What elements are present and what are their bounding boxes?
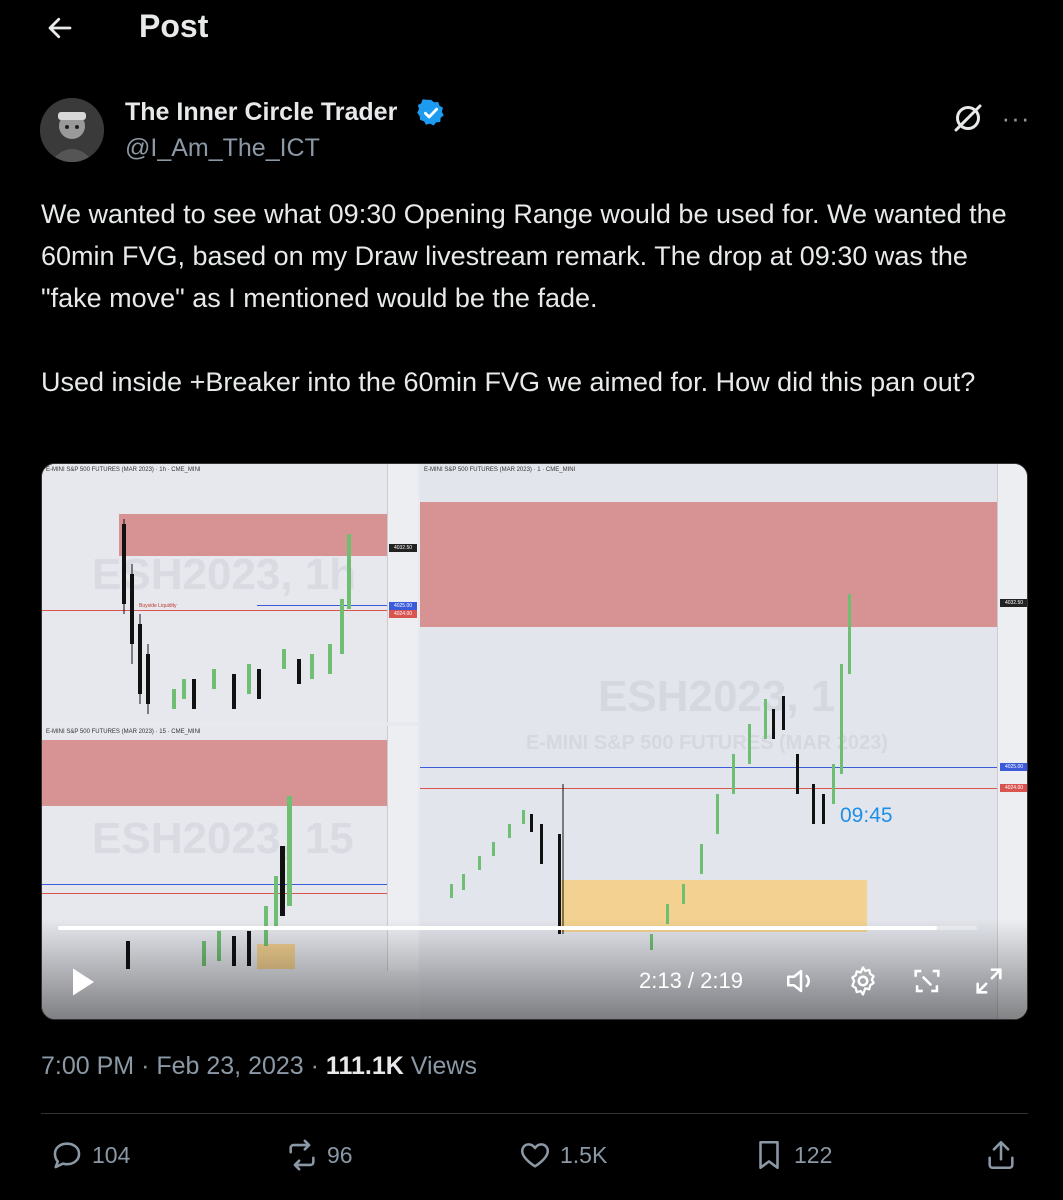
post-author: The Inner Circle Trader @I_Am_The_ICT ··… [40, 96, 1030, 166]
like-count: 1.5K [560, 1141, 608, 1168]
price-tag: 4024.00 [1000, 784, 1027, 792]
settings-gear-icon[interactable] [846, 964, 880, 998]
video-player[interactable]: E-MINI S&P 500 FUTURES (MAR 2023) · 1h ·… [41, 463, 1028, 1020]
price-tag: 4032.50 [1000, 599, 1027, 607]
verified-badge-icon [416, 98, 446, 128]
reply-icon [53, 1142, 81, 1169]
price-axis [387, 464, 418, 722]
bookmark-count: 122 [794, 1141, 833, 1168]
post-date[interactable]: Feb 23, 2023 [156, 1052, 303, 1080]
volume-icon[interactable] [784, 964, 818, 998]
picture-in-picture-icon[interactable] [910, 964, 944, 998]
views-label: Views [410, 1052, 477, 1080]
price-tag: 4025.00 [389, 602, 417, 610]
meta-separator: · [310, 1052, 319, 1080]
share-button[interactable] [984, 1130, 1018, 1180]
share-icon [988, 1140, 1014, 1170]
meta-separator: · [141, 1052, 150, 1080]
post-meta: 7:00 PM · Feb 23, 2023 · 111.1K Views [41, 1052, 477, 1081]
bookmark-button[interactable]: 122 [752, 1130, 832, 1180]
post-paragraph: Used inside +Breaker into the 60min FVG … [41, 367, 976, 397]
price-tag: 4024.00 [389, 610, 417, 618]
play-icon[interactable] [64, 964, 100, 1000]
post-paragraph: We wanted to see what 09:30 Opening Rang… [41, 199, 1007, 313]
top-bar: Post [0, 0, 1063, 60]
post-actions: 104 96 1.5K 122 [0, 1130, 1063, 1180]
price-tag: 4025.00 [1000, 763, 1027, 771]
avatar[interactable] [40, 98, 104, 162]
back-arrow-icon[interactable] [40, 8, 80, 48]
price-tag: 4032.50 [389, 544, 417, 552]
chart-1h-pane: E-MINI S&P 500 FUTURES (MAR 2023) · 1h ·… [42, 464, 418, 722]
page-title: Post [139, 8, 209, 44]
fullscreen-icon[interactable] [972, 964, 1006, 998]
video-progress-fill [58, 926, 938, 930]
post-text: We wanted to see what 09:30 Opening Rang… [41, 193, 1031, 403]
bookmark-icon [759, 1140, 779, 1170]
divider [41, 1113, 1028, 1114]
overlay-time-label: 09:45 [840, 804, 893, 827]
author-name[interactable]: The Inner Circle Trader [125, 98, 397, 127]
video-progress-bar[interactable] [58, 926, 977, 930]
heart-icon [520, 1143, 550, 1168]
reply-count: 104 [92, 1141, 131, 1168]
post-time[interactable]: 7:00 PM [41, 1052, 134, 1080]
like-button[interactable]: 1.5K [518, 1130, 607, 1180]
reply-button[interactable]: 104 [50, 1130, 130, 1180]
repost-icon [289, 1139, 315, 1171]
candles-1h [122, 519, 351, 714]
grok-icon[interactable] [950, 100, 986, 136]
more-options-icon[interactable]: ··· [998, 100, 1034, 136]
author-handle[interactable]: @I_Am_The_ICT [125, 134, 320, 163]
views-count: 111.1K [325, 1052, 404, 1080]
video-time-readout: 2:13 / 2:19 [639, 968, 743, 993]
repost-button[interactable]: 96 [285, 1130, 353, 1180]
repost-count: 96 [327, 1141, 353, 1168]
